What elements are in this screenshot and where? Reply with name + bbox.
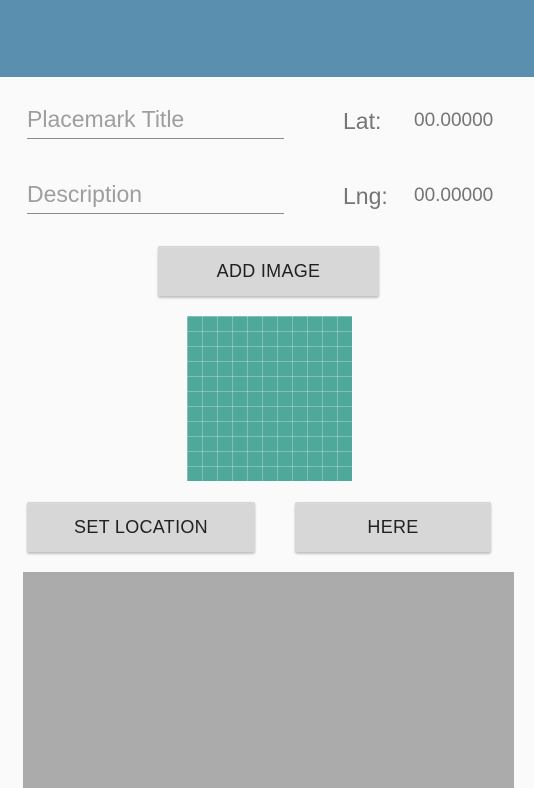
description-input[interactable] [27, 178, 284, 214]
longitude-value: 00.00000 [414, 185, 494, 206]
add-image-button[interactable]: ADD IMAGE [158, 246, 379, 296]
here-button[interactable]: HERE [295, 502, 491, 552]
set-location-button[interactable]: SET LOCATION [27, 502, 255, 552]
longitude-label: Lng: [343, 183, 388, 209]
latitude-label: Lat: [343, 108, 382, 134]
app-bar [0, 0, 534, 77]
map-placeholder[interactable] [23, 572, 514, 788]
placemark-title-input[interactable] [27, 103, 284, 139]
latitude-value: 00.00000 [414, 110, 494, 131]
placemark-image-preview [187, 316, 352, 481]
